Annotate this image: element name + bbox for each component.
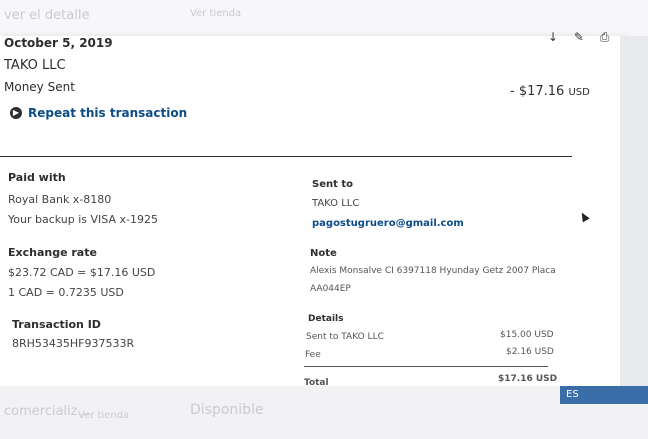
transaction-date: October 5, 2019 (4, 36, 113, 50)
amount-currency: USD (568, 87, 590, 98)
section-divider (0, 156, 572, 157)
merchant-name: TAKO LLC (4, 58, 66, 73)
sent-to-name: TAKO LLC (312, 198, 360, 209)
detail-row-amount: $2.16 USD (506, 347, 554, 357)
recipient-email[interactable]: pagostugruero@gmail.com (312, 218, 464, 229)
note-label: Note (310, 248, 337, 259)
note-line-1: Alexis Monsalve CI 6397118 Hyunday Getz … (310, 266, 556, 276)
print-icon[interactable]: ⎙ (600, 30, 610, 44)
arrow-circle-icon: ▶ (10, 107, 22, 119)
amount-value: - $17.16 (510, 84, 565, 99)
background-link-store: Ver tienda (190, 8, 242, 19)
detail-row-name: Sent to TAKO LLC (306, 332, 384, 342)
note-line-2: AA044EP (310, 284, 351, 294)
toolbar-icons[interactable]: ↓ ✎ ⎙ (548, 30, 609, 45)
scrollbar-track[interactable] (620, 36, 648, 406)
details-label: Details (308, 314, 344, 324)
paid-with-backup: Your backup is VISA x-1925 (8, 213, 158, 226)
system-taskbar[interactable]: ES (560, 386, 648, 404)
background-link-detail: ver el detalle (4, 8, 90, 23)
paid-with-bank: Royal Bank x-8180 (8, 193, 112, 206)
transaction-type: Money Sent (4, 80, 75, 94)
transaction-detail-panel: October 5, 2019 TAKO LLC Money Sent - $1… (0, 36, 628, 388)
total-amount: $17.16 USD (498, 374, 558, 384)
detail-row-amount: $15.00 USD (500, 330, 554, 340)
download-icon[interactable]: ↓ (548, 30, 558, 44)
background-available-text: Disponible (190, 402, 264, 418)
repeat-transaction-link[interactable]: ▶ Repeat this transaction (10, 106, 187, 120)
background-store-text: Ver tienda (78, 410, 130, 421)
exchange-rate-label: Exchange rate (8, 246, 97, 259)
edit-icon[interactable]: ✎ (574, 30, 584, 44)
sent-to-label: Sent to (312, 179, 354, 190)
repeat-transaction-label: Repeat this transaction (28, 106, 188, 120)
transaction-id-label: Transaction ID (12, 318, 101, 331)
transaction-id-value: 8RH53435HF937533R (12, 337, 135, 350)
details-divider (304, 366, 548, 367)
transaction-amount: - $17.16 USD (510, 84, 590, 99)
language-indicator[interactable]: ES (566, 389, 579, 400)
exchange-rate-ratio: 1 CAD = 0.7235 USD (8, 286, 124, 299)
detail-row-name: Fee (305, 350, 321, 360)
paid-with-label: Paid with (8, 171, 66, 184)
exchange-rate-amount: $23.72 CAD = $17.16 USD (8, 266, 156, 279)
